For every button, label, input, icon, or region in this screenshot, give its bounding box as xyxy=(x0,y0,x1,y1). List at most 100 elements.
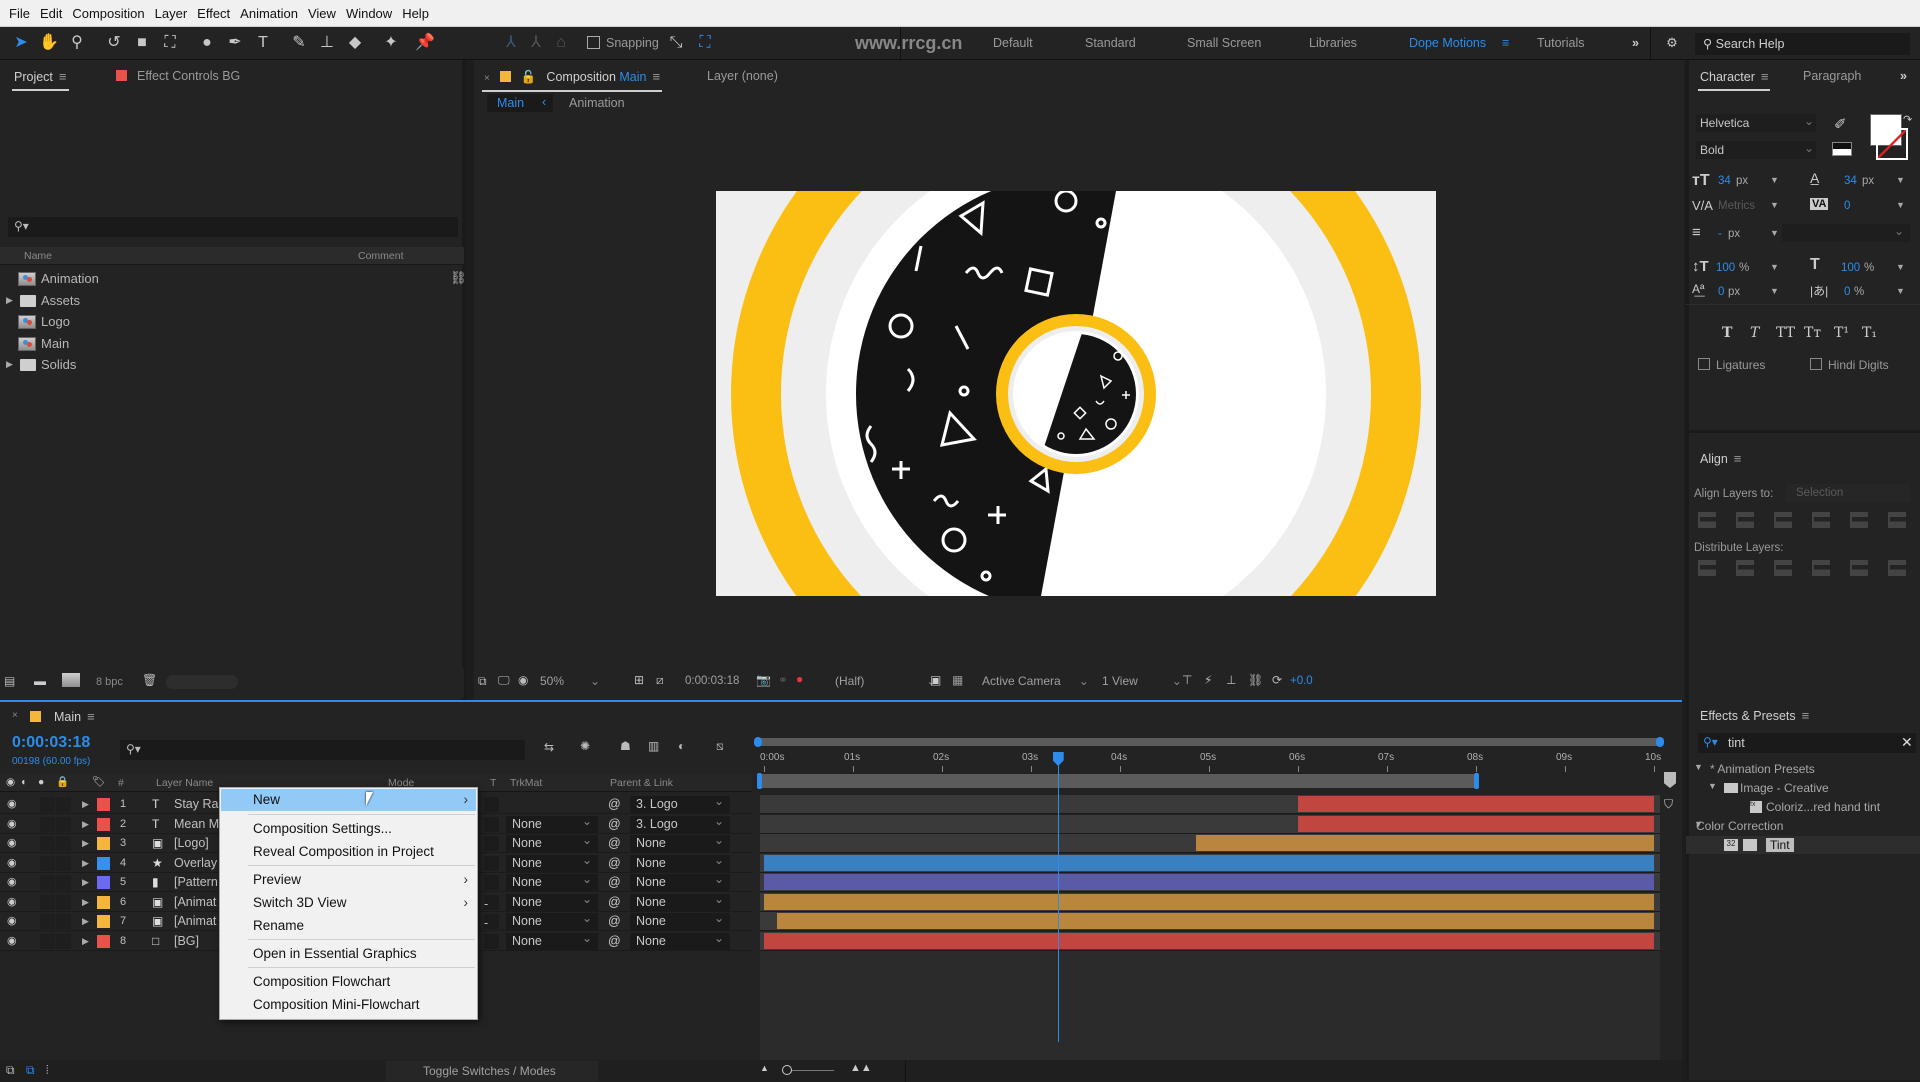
eraser-tool-icon[interactable]: ◆ xyxy=(344,32,366,54)
more-workspaces-icon[interactable]: » xyxy=(1632,36,1639,50)
effects-tree-item[interactable]: fx Coloriz...red hand tint xyxy=(1686,798,1920,816)
selection-tool-icon[interactable]: ➤ xyxy=(10,32,32,54)
label-color-swatch[interactable] xyxy=(97,856,110,870)
align-to-dropdown[interactable]: Selection xyxy=(1786,484,1910,502)
interpret-footage-icon[interactable]: ▤ xyxy=(4,674,15,688)
tab-project[interactable]: Project ≡ xyxy=(12,69,68,91)
horizontal-scale-dropdown-icon[interactable]: ▼ xyxy=(1896,262,1905,272)
expand-arrow-icon[interactable]: ▶ xyxy=(82,873,89,892)
horizontal-scale-value[interactable]: 100 xyxy=(1841,262,1860,274)
zoom-in-icon[interactable]: ▲▲ xyxy=(850,1062,872,1074)
menu-edit[interactable]: Edit xyxy=(35,6,67,21)
faux-bold-button[interactable]: T xyxy=(1722,325,1732,341)
workspace-default[interactable]: Default xyxy=(993,36,1033,50)
ellipse-tool-icon[interactable]: ● xyxy=(196,32,218,54)
effects-tree-item[interactable]: ▼ Image - Creative xyxy=(1686,779,1920,797)
project-item[interactable]: Animation xyxy=(0,268,464,289)
expand-arrow-icon[interactable]: ▶ xyxy=(82,795,89,814)
label-color-swatch[interactable] xyxy=(97,934,110,948)
fast-previews-icon[interactable]: ▣ xyxy=(930,673,941,687)
visibility-eye-icon[interactable]: ◉ xyxy=(7,815,17,834)
menu-composition[interactable]: Composition xyxy=(67,6,149,21)
leading-dropdown-icon[interactable]: ▼ xyxy=(1896,175,1905,185)
faux-italic-button[interactable]: T xyxy=(1750,325,1759,341)
effects-search-input[interactable]: ⚲▾ tint ✕ xyxy=(1698,733,1916,753)
breadcrumb-animation[interactable]: Animation xyxy=(569,96,625,110)
parent-dropdown[interactable]: None xyxy=(630,852,730,872)
superscript-button[interactable]: T¹ xyxy=(1834,325,1849,341)
tab-effect-controls[interactable]: Effect Controls BG xyxy=(116,69,240,83)
clear-search-icon[interactable]: ✕ xyxy=(1901,734,1913,751)
parent-dropdown[interactable]: None xyxy=(630,930,730,950)
visibility-eye-icon[interactable]: ◉ xyxy=(7,873,17,892)
mask-visibility-icon[interactable]: ◉ xyxy=(518,673,528,687)
workspace-dope-motions[interactable]: Dope Motions xyxy=(1409,36,1486,50)
flowchart-icon[interactable]: ⛓ xyxy=(1248,673,1263,687)
snap-edges-icon[interactable]: ⤡ xyxy=(665,32,687,54)
all-caps-button[interactable]: TT xyxy=(1776,325,1795,341)
audio-column-icon[interactable]: ◖ xyxy=(20,776,26,788)
resolution-dropdown[interactable]: (Half) ⌄ xyxy=(835,674,936,688)
visibility-eye-icon[interactable]: ◉ xyxy=(7,795,17,814)
tracking-dropdown-icon[interactable]: ▼ xyxy=(1896,200,1905,210)
channel-icon[interactable]: ● xyxy=(796,672,803,686)
axis-view-icon[interactable]: ⌂ xyxy=(550,32,572,54)
layer-name[interactable]: [Pattern xyxy=(174,873,218,892)
menu-animation[interactable]: Animation xyxy=(235,6,303,21)
stroke-width-value[interactable]: - xyxy=(1718,228,1722,240)
black-white-swatch[interactable] xyxy=(1832,142,1852,156)
brush-tool-icon[interactable]: ✎ xyxy=(288,32,310,54)
layer-name[interactable]: [BG] xyxy=(174,932,199,951)
composition-mini-flowchart-icon[interactable]: ⇆ xyxy=(544,740,554,754)
context-menu-item[interactable]: Composition Mini-Flowchart xyxy=(221,994,476,1016)
layer-name[interactable]: [Animat xyxy=(174,912,216,931)
tracking-value[interactable]: 0 xyxy=(1844,200,1850,212)
tsume-dropdown-icon[interactable]: ▼ xyxy=(1896,286,1905,296)
flowchart-icon[interactable]: ⛓ xyxy=(450,270,467,286)
layer-duration-bar[interactable] xyxy=(764,854,1654,871)
delete-icon[interactable]: 🗑 xyxy=(142,673,157,687)
t-switch[interactable]: - xyxy=(484,914,499,930)
comp-end-marker-icon[interactable] xyxy=(1664,772,1676,788)
breadcrumb-main[interactable]: Main ‹ xyxy=(487,94,553,112)
menu-view[interactable]: View xyxy=(303,6,341,21)
solo-switch[interactable] xyxy=(40,855,55,871)
context-menu-item[interactable]: Open in Essential Graphics xyxy=(221,943,476,965)
label-color-swatch[interactable] xyxy=(97,817,110,831)
label-color-swatch[interactable] xyxy=(97,798,110,811)
visibility-eye-icon[interactable]: ◉ xyxy=(7,912,17,931)
context-menu-item[interactable]: Composition Settings... xyxy=(221,818,476,840)
label-color-swatch[interactable] xyxy=(97,876,110,889)
pick-whip-icon[interactable]: @ xyxy=(608,795,621,814)
new-composition-icon[interactable] xyxy=(62,673,80,687)
bpc-label[interactable]: 8 bpc xyxy=(96,676,123,688)
distribute-button[interactable] xyxy=(1774,560,1792,576)
camera-tool-icon[interactable]: ■ xyxy=(131,32,153,54)
zoom-dropdown[interactable]: 50% ⌄ xyxy=(540,674,600,688)
solo-column-icon[interactable]: ● xyxy=(38,776,44,788)
workspace-libraries[interactable]: Libraries xyxy=(1309,36,1357,50)
effects-tree-item[interactable]: ▼ Color Correction xyxy=(1686,817,1920,835)
kerning-dropdown-icon[interactable]: ▼ xyxy=(1770,200,1779,210)
expand-arrow-icon[interactable]: ▼ xyxy=(1708,781,1717,791)
snap-features-icon[interactable]: ⛶ xyxy=(694,32,716,54)
expand-arrow-icon[interactable]: ▶ xyxy=(82,893,89,912)
trkmat-dropdown[interactable]: None xyxy=(506,871,598,891)
work-area-start-handle[interactable] xyxy=(757,773,762,789)
transparency-grid-icon[interactable]: ▦ xyxy=(952,673,963,687)
parent-dropdown[interactable]: None xyxy=(630,891,730,911)
visibility-eye-icon[interactable]: ◉ xyxy=(7,932,17,951)
project-scrollbar[interactable] xyxy=(166,675,238,689)
parent-dropdown[interactable]: None xyxy=(630,832,730,852)
pick-whip-icon[interactable]: @ xyxy=(608,912,621,931)
camera-dropdown[interactable]: Active Camera ⌄ xyxy=(982,674,1089,688)
context-menu-item[interactable]: Composition Flowchart xyxy=(221,971,476,993)
project-item[interactable]: Main xyxy=(0,333,464,354)
distribute-button[interactable] xyxy=(1698,560,1716,576)
navigator-start-handle[interactable] xyxy=(754,737,762,747)
context-menu-item[interactable]: Preview › xyxy=(221,869,476,891)
trkmat-dropdown[interactable]: None xyxy=(506,813,598,833)
label-column-icon[interactable]: 🏷 xyxy=(92,775,105,788)
eyedropper-icon[interactable]: ✐ xyxy=(1834,115,1847,133)
axis-world-icon[interactable]: ⅄ xyxy=(525,32,547,54)
